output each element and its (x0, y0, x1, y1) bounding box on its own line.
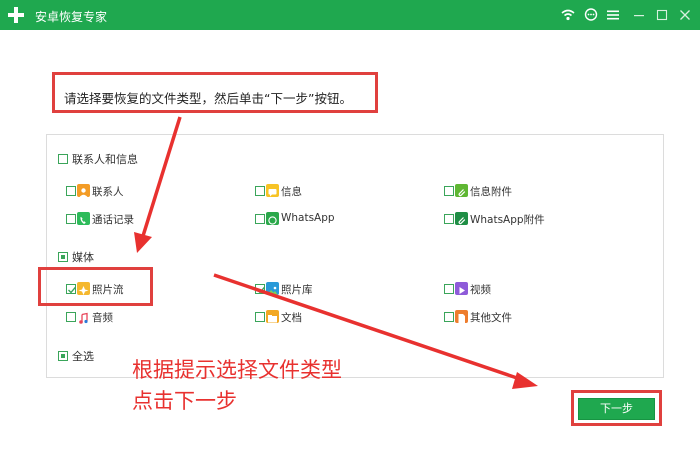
annotation-arrows (134, 116, 538, 389)
arrow-to-photo-stream (141, 116, 182, 237)
arrow-to-next-button (213, 273, 521, 381)
arrow-to-next-button-head (512, 372, 538, 389)
arrow-to-photo-stream-head (134, 232, 152, 253)
